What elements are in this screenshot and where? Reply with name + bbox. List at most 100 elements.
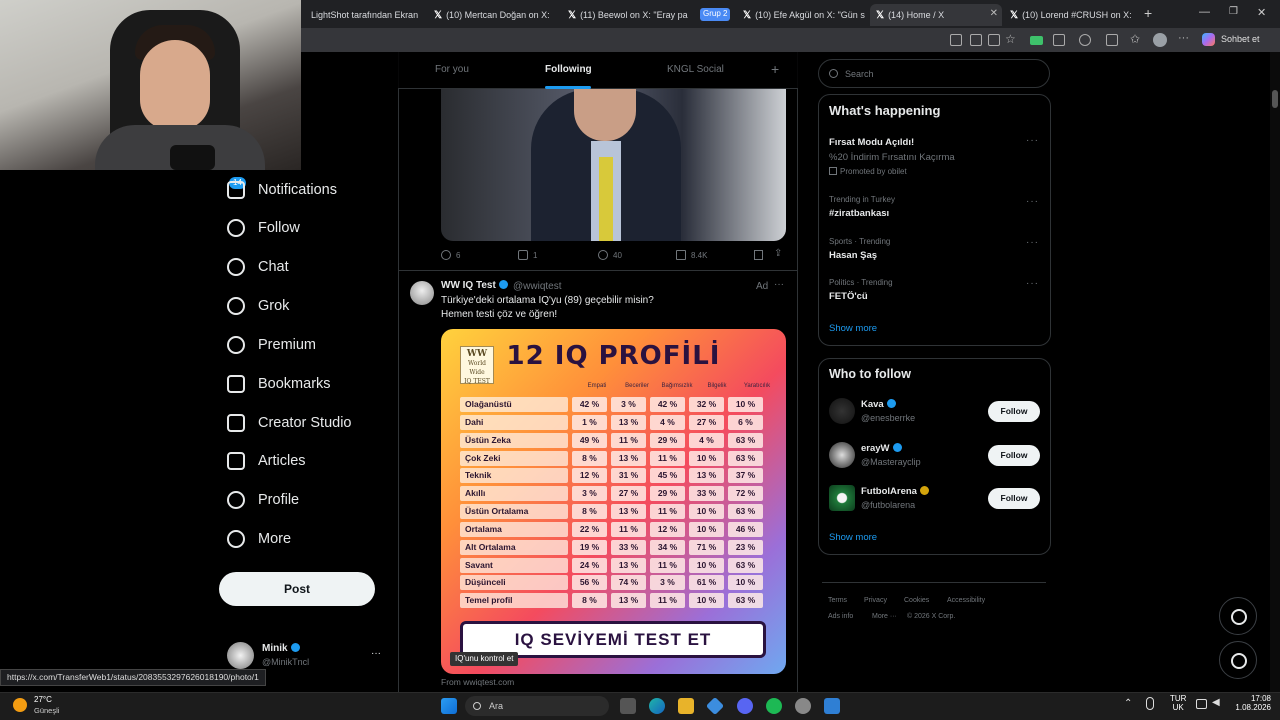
- follow-name-link[interactable]: erayW: [861, 443, 902, 454]
- menu-dots-icon[interactable]: ···: [1178, 32, 1189, 44]
- extension-icon[interactable]: [1030, 36, 1043, 45]
- chat-fab[interactable]: [1219, 641, 1257, 679]
- extension-icon[interactable]: [1106, 34, 1118, 46]
- account-menu-icon[interactable]: ···: [371, 648, 381, 659]
- trend-menu-icon[interactable]: ···: [1026, 196, 1039, 207]
- browser-tab[interactable]: 𝕏 (10) Mertcan Doğan on X:: [428, 4, 558, 26]
- microphone-icon[interactable]: [1146, 697, 1154, 710]
- ad-source-link[interactable]: From wwiqtest.com: [441, 677, 514, 687]
- repost-button[interactable]: 1: [518, 250, 537, 260]
- promo-title[interactable]: Fırsat Modu Açıldı!: [829, 137, 914, 148]
- tab-following[interactable]: Following: [545, 64, 592, 75]
- ad-image[interactable]: WW World Wide IQ TEST 12 IQ PROFİLİ Empati…: [441, 329, 786, 674]
- reply-button[interactable]: 6: [441, 250, 460, 260]
- follow-button[interactable]: Follow: [988, 401, 1040, 422]
- sidebar-item-more[interactable]: More: [227, 524, 291, 554]
- follow-button[interactable]: Follow: [988, 488, 1040, 509]
- edge-browser-icon[interactable]: [649, 698, 665, 714]
- show-more-link[interactable]: Show more: [829, 532, 877, 543]
- volume-icon[interactable]: ◀: [1212, 697, 1220, 708]
- app-icon[interactable]: [795, 698, 811, 714]
- task-view-icon[interactable]: [620, 698, 636, 714]
- footer-link[interactable]: Terms: [828, 597, 847, 604]
- tab-group-label[interactable]: Grup 2: [700, 8, 731, 21]
- post-menu-icon[interactable]: ···: [774, 279, 784, 290]
- sidebar-item-grok[interactable]: Grok: [227, 291, 289, 321]
- sidebar-item-chat[interactable]: Chat: [227, 252, 289, 282]
- follow-name-link[interactable]: Kava: [861, 399, 896, 410]
- close-tab-icon[interactable]: ✕: [990, 8, 998, 19]
- search-input[interactable]: Search: [818, 59, 1050, 88]
- grok-fab[interactable]: [1219, 597, 1257, 635]
- extension-icon[interactable]: [970, 34, 982, 46]
- account-avatar[interactable]: [227, 642, 254, 669]
- discord-icon[interactable]: [737, 698, 753, 714]
- browser-tab[interactable]: LightShot tarafından Ekran: [305, 4, 423, 26]
- scrollbar-thumb[interactable]: [1272, 90, 1278, 108]
- bookmark-icon[interactable]: [754, 250, 763, 260]
- account-switcher[interactable]: Minik: [262, 643, 300, 654]
- extension-icon[interactable]: [950, 34, 962, 46]
- tray-chevron-icon[interactable]: ⌃: [1124, 698, 1132, 709]
- copilot-button[interactable]: Sohbet et: [1221, 34, 1260, 44]
- footer-link[interactable]: Privacy: [864, 597, 887, 604]
- follow-avatar[interactable]: [829, 442, 855, 468]
- page-scrollbar[interactable]: [1270, 52, 1280, 692]
- maximize-icon[interactable]: ❐: [1229, 6, 1238, 17]
- footer-link[interactable]: Ads info: [828, 613, 853, 620]
- sidebar-item-articles[interactable]: Articles: [227, 446, 306, 476]
- close-window-icon[interactable]: ✕: [1257, 6, 1266, 19]
- share-icon[interactable]: ⇪: [774, 248, 782, 259]
- trend-menu-icon[interactable]: ···: [1026, 237, 1039, 248]
- author-avatar[interactable]: [410, 281, 434, 305]
- trend-menu-icon[interactable]: ···: [1026, 135, 1039, 146]
- extension-icon[interactable]: [1079, 34, 1091, 46]
- trend-name[interactable]: #ziratbankası: [829, 208, 889, 219]
- views-button[interactable]: 8.4K: [676, 250, 707, 260]
- follow-avatar[interactable]: [829, 485, 855, 511]
- profile-avatar-icon[interactable]: [1153, 33, 1167, 47]
- like-button[interactable]: 40: [598, 250, 622, 260]
- trend-name[interactable]: FETÖ'cü: [829, 291, 868, 302]
- file-explorer-icon[interactable]: [678, 698, 694, 714]
- input-language[interactable]: TUR UK: [1170, 694, 1186, 712]
- taskbar-search[interactable]: Ara: [465, 696, 609, 716]
- app-icon[interactable]: [824, 698, 840, 714]
- author-name-link[interactable]: WW IQ Test: [441, 280, 508, 291]
- tab-kngl-social[interactable]: KNGL Social: [667, 64, 724, 75]
- browser-tab[interactable]: 𝕏 (10) Lorend #CRUSH on X:: [1004, 4, 1136, 26]
- browser-tab-active[interactable]: 𝕏 (14) Home / X ✕: [870, 4, 1002, 26]
- sidebar-item-notifications[interactable]: Notifications: [227, 175, 337, 205]
- sidebar-item-premium[interactable]: Premium: [227, 330, 316, 360]
- sidebar-item-bookmarks[interactable]: Bookmarks: [227, 369, 331, 399]
- post-photo[interactable]: [441, 89, 786, 241]
- follow-name-link[interactable]: FutbolArena: [861, 486, 929, 497]
- trend-name[interactable]: Hasan Şaş: [829, 250, 877, 261]
- sidebar-item-profile[interactable]: Profile: [227, 485, 299, 515]
- sidebar-item-follow[interactable]: Follow: [227, 213, 300, 243]
- sidebar-item-creator-studio[interactable]: Creator Studio: [227, 408, 352, 438]
- footer-link[interactable]: Cookies: [904, 597, 929, 604]
- follow-button[interactable]: Follow: [988, 445, 1040, 466]
- browser-tab[interactable]: 𝕏 (10) Efe Akgül on X: "Gün s: [737, 4, 867, 26]
- footer-link[interactable]: More ···: [872, 613, 897, 620]
- windows-start-icon[interactable]: [441, 698, 457, 714]
- extension-icon[interactable]: [1053, 34, 1065, 46]
- clock[interactable]: 17:08 1.08.2026: [1231, 694, 1271, 712]
- favorite-star-icon[interactable]: ☆: [1005, 32, 1016, 46]
- favorites-icon[interactable]: ✩: [1130, 32, 1140, 46]
- browser-tab[interactable]: 𝕏 (11) Beewol on X: "Eray pa: [562, 4, 692, 26]
- weather-temp[interactable]: 27°C: [34, 695, 52, 704]
- footer-link[interactable]: Accessibility: [947, 597, 985, 604]
- reader-icon[interactable]: [988, 34, 1000, 46]
- minimize-icon[interactable]: —: [1199, 6, 1210, 18]
- network-icon[interactable]: [1196, 699, 1207, 709]
- new-tab-icon[interactable]: +: [1144, 5, 1152, 21]
- post-button[interactable]: Post: [219, 572, 375, 606]
- tab-for-you[interactable]: For you: [435, 64, 469, 75]
- author-handle[interactable]: @wwiqtest: [513, 281, 562, 292]
- follow-avatar[interactable]: [829, 398, 855, 424]
- show-more-link[interactable]: Show more: [829, 323, 877, 334]
- spotify-icon[interactable]: [766, 698, 782, 714]
- trend-menu-icon[interactable]: ···: [1026, 278, 1039, 289]
